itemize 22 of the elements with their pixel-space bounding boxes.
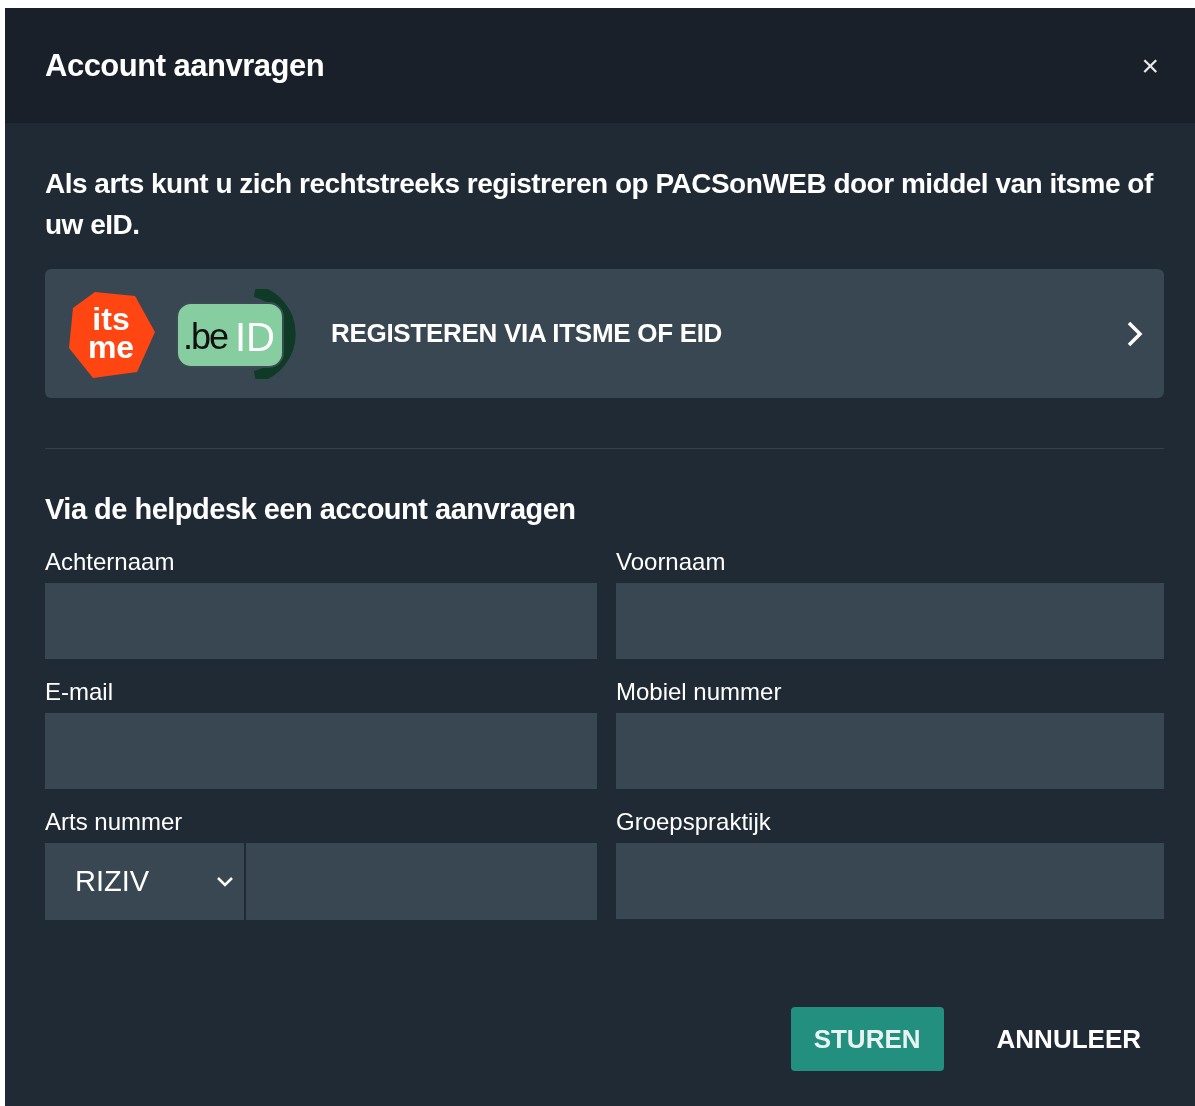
chevron-right-icon <box>1126 319 1144 348</box>
field-label: Achternaam <box>45 548 176 577</box>
field-label: Voornaam <box>616 548 727 577</box>
register-card[interactable]: its me .be ID REGISTEREN VIA ITSME OF EID <box>45 269 1164 398</box>
cancel-button[interactable]: ANNULEER <box>973 1007 1164 1071</box>
field-label: Groepspraktijk <box>616 808 772 837</box>
input-field[interactable] <box>45 713 597 789</box>
field-label: Arts nummer <box>45 808 184 837</box>
intro-text: Als arts kunt u zich rechtstreeks registreren op PACSonWEB door middel van itsme of uw eID. <box>45 167 1155 242</box>
field-label: E-mail <box>45 678 114 707</box>
field-label: Mobiel nummer <box>616 678 783 707</box>
close-button[interactable]: × <box>1135 50 1165 81</box>
input-field[interactable] <box>616 843 1164 919</box>
input-field[interactable] <box>45 583 597 659</box>
register-label: REGISTEREN VIA ITSME OF EID <box>331 318 724 349</box>
input-field[interactable] <box>616 583 1164 659</box>
number-type-select[interactable]: RIZIV <box>45 843 246 920</box>
section-title: Via de helpdesk een account aanvragen <box>45 493 577 526</box>
dialog-title: Account aanvragen <box>45 47 325 84</box>
input-field[interactable] <box>246 843 597 920</box>
chevron-down-icon <box>216 875 234 888</box>
input-field[interactable] <box>616 713 1164 789</box>
